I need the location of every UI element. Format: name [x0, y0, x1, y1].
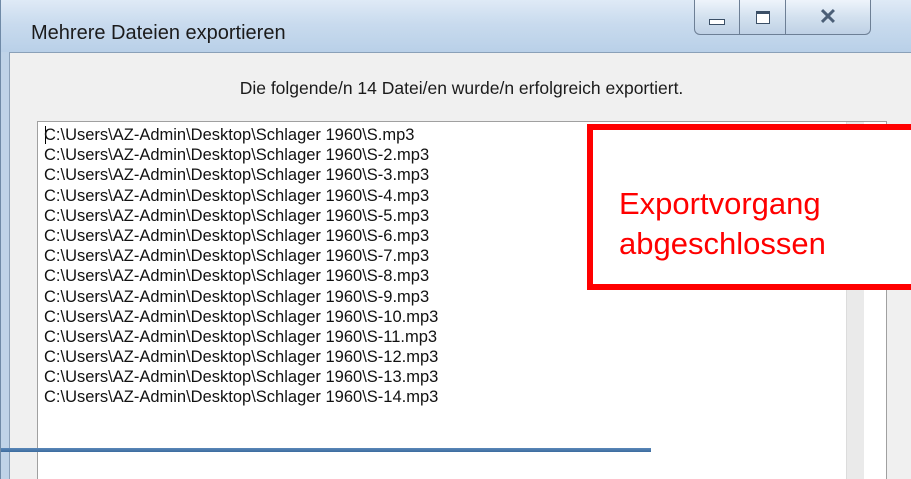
close-icon: ✕ — [818, 4, 838, 29]
callout-text: Exportvorgang abgeschlossen — [619, 186, 826, 261]
list-item[interactable]: C:\Users\AZ-Admin\Desktop\Schlager 1960\… — [44, 367, 844, 387]
window-title: Mehrere Dateien exportieren — [31, 22, 286, 44]
export-success-message: Die folgende/n 14 Datei/en wurde/n erfol… — [239, 78, 684, 98]
maximize-icon — [755, 10, 770, 24]
list-item[interactable]: C:\Users\AZ-Admin\Desktop\Schlager 1960\… — [44, 347, 844, 367]
list-item[interactable]: C:\Users\AZ-Admin\Desktop\Schlager 1960\… — [44, 387, 844, 407]
list-item[interactable]: C:\Users\AZ-Admin\Desktop\Schlager 1960\… — [44, 327, 844, 347]
taskbar-edge — [1, 448, 651, 452]
export-complete-callout: Exportvorgang abgeschlossen — [587, 124, 911, 290]
minimize-button[interactable] — [694, 0, 740, 35]
maximize-button[interactable] — [740, 0, 786, 35]
minimize-icon — [709, 19, 725, 25]
caption-buttons: ✕ — [694, 0, 871, 36]
list-item[interactable]: C:\Users\AZ-Admin\Desktop\Schlager 1960\… — [44, 307, 844, 327]
close-button[interactable]: ✕ — [786, 0, 871, 35]
